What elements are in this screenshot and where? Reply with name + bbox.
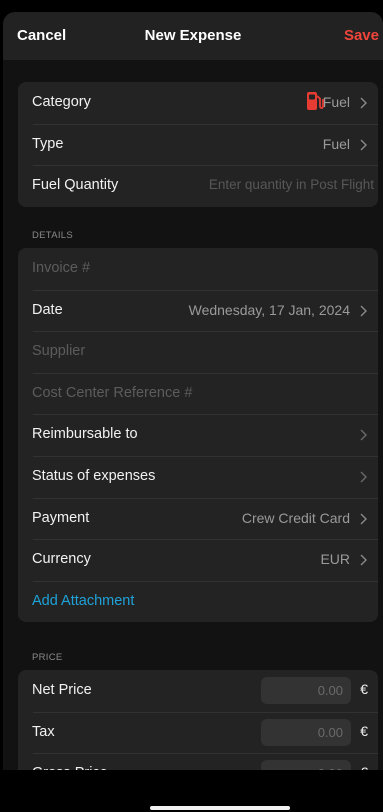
price-section-title: PRICE <box>32 652 63 663</box>
fuel-quantity-row[interactable]: Fuel Quantity Enter quantity in Post Fli… <box>18 165 378 207</box>
details-section-title: DETAILS <box>32 230 73 241</box>
category-group: Category Fuel Type Fuel Fuel Quantity En… <box>18 82 378 207</box>
chevron-right-icon <box>358 470 370 484</box>
fuel-quantity-input[interactable]: Enter quantity in Post Flight <box>209 177 374 192</box>
chevron-right-icon <box>358 512 370 526</box>
fuel-quantity-label: Fuel Quantity <box>32 177 119 194</box>
category-row[interactable]: Category Fuel <box>18 82 378 124</box>
tax-currency: € <box>360 722 368 739</box>
add-attachment-link[interactable]: Add Attachment <box>32 593 134 609</box>
add-attachment-row[interactable]: Add Attachment <box>18 580 378 623</box>
date-row[interactable]: Date Wednesday, 17 Jan, 2024 <box>18 289 378 332</box>
expense-sheet: Cancel New Expense Save Category Fuel Ty… <box>3 12 383 812</box>
net-price-row: Net Price 0.00 € <box>18 670 378 712</box>
save-button[interactable]: Save <box>344 27 379 44</box>
cost-center-input[interactable]: Cost Center Reference # <box>32 385 192 401</box>
net-price-input[interactable]: 0.00 <box>261 677 351 704</box>
chevron-right-icon <box>358 96 370 110</box>
type-label: Type <box>32 135 64 152</box>
details-group: Invoice # Date Wednesday, 17 Jan, 2024 S… <box>18 248 378 623</box>
supplier-row[interactable]: Supplier <box>18 331 378 373</box>
payment-label: Payment <box>32 509 90 526</box>
page-title: New Expense <box>144 27 242 44</box>
reimbursable-row[interactable]: Reimbursable to <box>18 414 378 456</box>
category-value: Fuel <box>322 94 350 110</box>
currency-label: Currency <box>32 551 91 568</box>
home-indicator[interactable] <box>150 806 290 810</box>
currency-value: EUR <box>320 551 350 568</box>
status-label: Status of expenses <box>32 467 156 484</box>
payment-value: Crew Credit Card <box>241 509 350 526</box>
chevron-right-icon <box>358 138 370 152</box>
cost-center-row[interactable]: Cost Center Reference # <box>18 372 378 415</box>
type-row[interactable]: Type Fuel <box>18 123 378 166</box>
nav-bar: Cancel New Expense Save <box>3 12 383 60</box>
chevron-right-icon <box>358 553 370 567</box>
supplier-input[interactable]: Supplier <box>32 343 85 359</box>
fuel-pump-icon <box>306 91 324 111</box>
category-label: Category <box>32 94 91 110</box>
chevron-right-icon <box>358 304 370 318</box>
payment-row[interactable]: Payment Crew Credit Card <box>18 497 378 540</box>
chevron-right-icon <box>358 428 370 442</box>
type-value: Fuel <box>322 135 350 152</box>
date-value: Wednesday, 17 Jan, 2024 <box>188 301 350 318</box>
date-label: Date <box>32 301 63 318</box>
status-row[interactable]: Status of expenses <box>18 455 378 498</box>
currency-row[interactable]: Currency EUR <box>18 539 378 581</box>
invoice-row[interactable]: Invoice # <box>18 248 378 290</box>
net-price-label: Net Price <box>32 682 92 698</box>
reimbursable-label: Reimbursable to <box>32 426 138 443</box>
invoice-input[interactable]: Invoice # <box>32 260 90 276</box>
tax-input[interactable]: 0.00 <box>261 718 351 746</box>
tax-label: Tax <box>32 723 55 740</box>
net-price-currency: € <box>360 681 368 697</box>
tax-row: Tax 0.00 € <box>18 711 378 754</box>
